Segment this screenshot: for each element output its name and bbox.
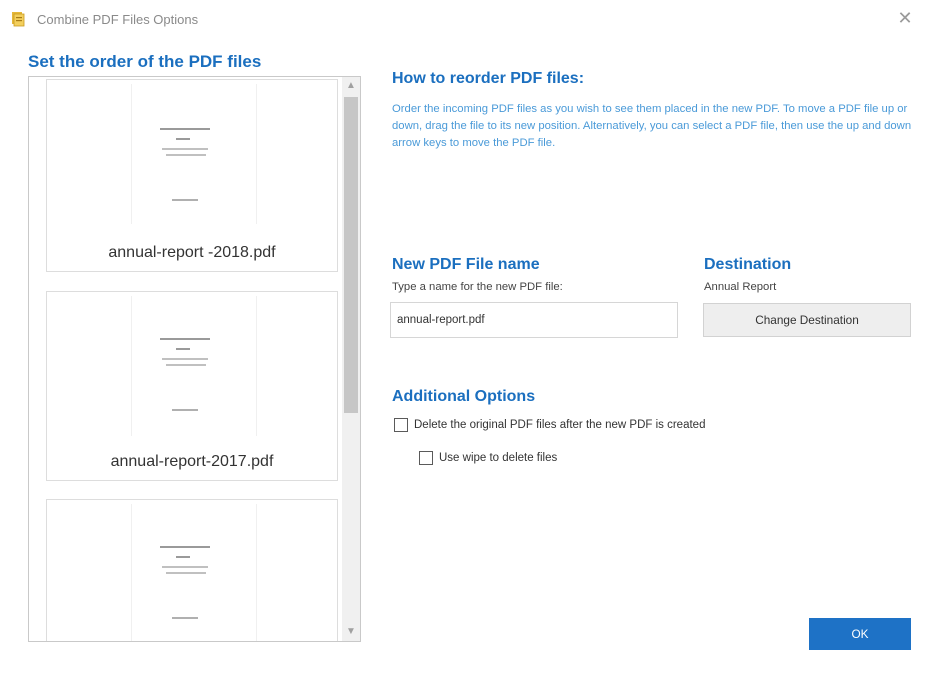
additional-options-heading: Additional Options	[392, 388, 536, 405]
file-name-label: annual-report-2017.pdf	[110, 453, 274, 470]
delete-originals-label: Delete the original PDF files after the …	[414, 419, 706, 431]
pdf-page-thumbnail	[131, 504, 257, 641]
use-wipe-option[interactable]: Use wipe to delete files	[419, 451, 557, 465]
file-item[interactable]: annual-report-2017.pdf	[46, 291, 338, 481]
title-bar: Combine PDF Files Options ✕	[0, 0, 925, 40]
close-icon[interactable]: ✕	[895, 8, 915, 28]
file-list-scrollbar[interactable]: ▲ ▼	[342, 77, 360, 641]
file-order-list[interactable]: annual-report -2018.pdf annual-report-20…	[28, 76, 361, 642]
change-destination-button[interactable]: Change Destination	[703, 303, 911, 337]
new-file-name-heading: New PDF File name	[392, 256, 540, 273]
reorder-help-heading: How to reorder PDF files:	[392, 70, 585, 87]
new-file-name-input[interactable]	[390, 302, 678, 338]
ok-button[interactable]: OK	[809, 618, 911, 650]
scrollbar-thumb[interactable]	[344, 97, 358, 413]
use-wipe-label: Use wipe to delete files	[439, 452, 558, 464]
window-title: Combine PDF Files Options	[37, 12, 199, 27]
delete-originals-option[interactable]: Delete the original PDF files after the …	[394, 418, 705, 432]
pdf-page-thumbnail	[131, 84, 257, 224]
file-name-label: annual-report -2018.pdf	[108, 244, 276, 261]
reorder-help-text: Order the incoming PDF files as you wish…	[392, 103, 912, 149]
app-icon	[12, 12, 25, 27]
file-order-heading: Set the order of the PDF files	[28, 52, 262, 71]
use-wipe-checkbox[interactable]	[419, 451, 433, 465]
destination-value: Annual Report	[704, 281, 777, 293]
scroll-down-arrow-icon[interactable]: ▼	[342, 623, 360, 641]
file-item[interactable]: annual-report -2018.pdf	[46, 79, 338, 272]
file-item[interactable]	[46, 499, 338, 641]
pdf-page-thumbnail	[131, 296, 257, 436]
scroll-up-arrow-icon[interactable]: ▲	[342, 77, 360, 95]
delete-originals-checkbox[interactable]	[394, 418, 408, 432]
destination-heading: Destination	[704, 256, 792, 273]
new-file-name-sublabel: Type a name for the new PDF file:	[392, 281, 563, 293]
